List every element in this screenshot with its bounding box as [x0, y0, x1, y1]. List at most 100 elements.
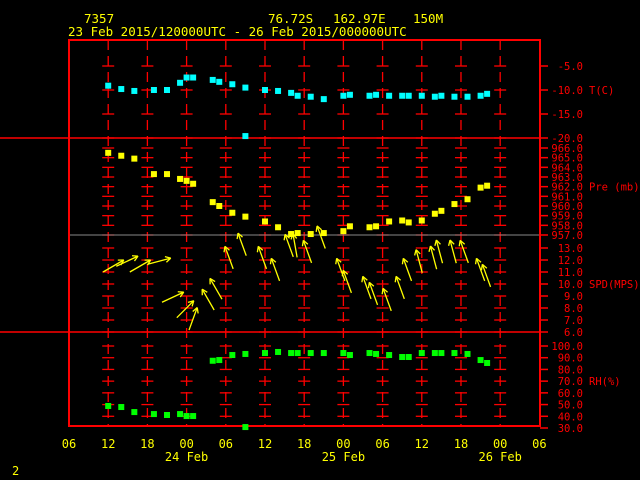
wind-arrow: [209, 277, 223, 300]
rh-point: [438, 350, 445, 357]
wind-arrow-head: [301, 240, 304, 247]
x-tick-label: 12: [415, 437, 429, 451]
pres-point: [399, 217, 406, 224]
wind-arrow-head: [361, 276, 364, 283]
rh-point: [307, 350, 314, 357]
wind-arrow-head: [414, 249, 417, 256]
wind-arrow-head: [269, 258, 272, 265]
axis-label-temp: T(C): [589, 85, 614, 97]
x-tick-label: 18: [297, 437, 311, 451]
date-label: 24 Feb: [165, 450, 208, 464]
rh-point: [418, 350, 425, 357]
rh-point: [229, 352, 236, 359]
pres-point: [418, 217, 425, 224]
wind-arrow: [188, 307, 199, 331]
temp-point: [366, 92, 373, 99]
temp-point: [307, 93, 314, 100]
pres-point: [190, 180, 197, 187]
rh-point: [216, 357, 223, 364]
temp-point: [163, 87, 170, 93]
page-number: 2: [12, 464, 20, 478]
pres-point: [163, 171, 170, 178]
pres-point: [405, 219, 412, 226]
rh-point: [177, 411, 184, 418]
y-tick-label-rh: 50.0: [558, 400, 583, 412]
wind-arrow-head: [283, 234, 286, 241]
rh-point: [288, 350, 295, 357]
temp-point: [320, 96, 327, 103]
temp-point: [131, 87, 138, 94]
pres-point: [477, 184, 484, 191]
temp-point: [275, 87, 282, 94]
rh-point: [150, 411, 157, 418]
x-tick-label: 18: [454, 437, 468, 451]
wind-arrow: [161, 291, 185, 303]
rh-point: [320, 350, 327, 357]
x-tick-label: 12: [258, 437, 272, 451]
wind-arrow-head: [474, 258, 478, 265]
wind-arrow: [474, 257, 486, 282]
wind-arrow-head: [458, 240, 461, 247]
temp-point: [418, 92, 425, 99]
pres-point: [294, 230, 301, 237]
wind-arrow: [401, 257, 413, 282]
pres-point: [431, 210, 438, 217]
wind-arrow-shaft: [201, 288, 215, 311]
temp-point: [150, 87, 157, 93]
wind-arrow: [115, 255, 139, 267]
temp-point: [431, 93, 438, 100]
y-tick-label-wind: 13.0: [558, 243, 583, 255]
x-tick-label: 06: [532, 437, 546, 451]
pres-point: [118, 152, 125, 159]
wind-arrow-head: [447, 239, 451, 246]
x-tick-label: 00: [336, 437, 350, 451]
wind-arrow: [201, 288, 215, 311]
temp-point: [386, 92, 393, 99]
temp-point: [105, 82, 112, 89]
pres-point: [484, 182, 491, 189]
rh-point: [209, 357, 216, 364]
wind-arrow-head: [341, 270, 344, 277]
meteogram-chart: 06 12 18 00 06 12 18 00 06 12 18 00 06 24 Feb 25 Feb 26…: [0, 39, 640, 464]
temp-point: [183, 74, 190, 81]
rh-point: [386, 352, 393, 359]
rh-point: [373, 350, 380, 357]
temp-point: [118, 86, 125, 93]
rh-point: [346, 352, 353, 359]
y-tick-label-rh: 100.0: [551, 341, 583, 353]
rh-point: [464, 350, 471, 357]
wind-arrow: [367, 281, 379, 306]
x-tick-label: 12: [101, 437, 115, 451]
wind-arrow-head: [394, 276, 397, 283]
rh-point: [405, 354, 412, 361]
x-tick-label: 06: [219, 437, 233, 451]
wind-arrow-head: [196, 307, 199, 314]
wind-arrow-head: [256, 246, 259, 253]
wind-arrow-head: [401, 258, 404, 265]
temp-point: [477, 92, 484, 99]
x-tick-label: 18: [140, 437, 154, 451]
wind-arrow: [394, 275, 405, 300]
rh-point: [484, 359, 491, 366]
temp-point: [242, 84, 249, 91]
y-tick-label-wind: 9.0: [564, 291, 583, 303]
rh-point: [477, 357, 484, 364]
wind-arrow-head: [315, 225, 318, 232]
pres-point: [386, 218, 393, 225]
y-tick-label-rh: 60.0: [558, 388, 583, 400]
wind-arrow-head: [434, 239, 437, 246]
y-tick-label-wind: 12.0: [558, 255, 583, 267]
wind-arrow-shaft: [115, 255, 139, 267]
pres-point: [183, 177, 190, 184]
wind-arrow-head: [367, 282, 370, 289]
pres-point: [209, 199, 216, 206]
y-tick-label-wind: 8.0: [564, 303, 583, 315]
wind-arrow: [176, 300, 195, 319]
y-tick-label-wind: 6.0: [564, 327, 583, 339]
y-tick-label-rh: 40.0: [558, 411, 583, 423]
temp-point: [451, 93, 458, 100]
wind-arrow: [428, 245, 438, 270]
x-tick-label: 00: [179, 437, 193, 451]
pres-point: [229, 209, 236, 216]
pres-point: [216, 203, 223, 209]
